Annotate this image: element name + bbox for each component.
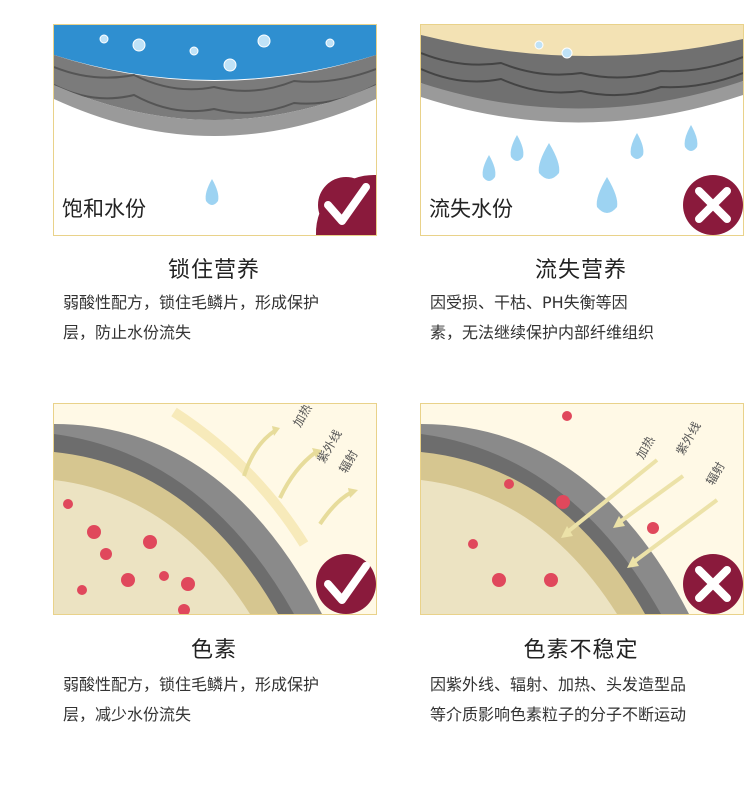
panel-saturated-water: 饱和水份 <box>53 24 377 236</box>
panel-pigment: 加热 紫外线 辐射 <box>53 403 377 615</box>
panel-water-loss: 流失水份 <box>420 24 744 236</box>
panel-pigment-unstable: 加热 紫外线 辐射 <box>420 403 744 615</box>
panel-label: 流失水份 <box>429 197 513 221</box>
cross-badge-icon <box>683 554 743 614</box>
panel-title: 锁住营养 <box>167 258 260 283</box>
check-badge-icon <box>316 554 376 614</box>
hair-diagram-pigment-unstable: 加热 紫外线 辐射 <box>421 404 743 614</box>
check-badge-icon <box>315 174 376 235</box>
panel-title: 色素 <box>190 638 237 663</box>
panel-description: 弱酸性配方，锁住毛鳞片，形成保护 层，减少水份流失 <box>63 675 320 724</box>
cross-badge-icon <box>683 175 743 235</box>
panel-description: 弱酸性配方，锁住毛鳞片，形成保护 层，防止水份流失 <box>63 293 320 342</box>
panel-description: 因紫外线、辐射、加热、头发造型品 等介质影响色素粒子的分子不断运动 <box>430 675 687 724</box>
panel-description: 因受损、干枯、PH失衡等因 素，无法继续保护内部纤维组织 <box>430 293 655 342</box>
panel-label: 饱和水份 <box>62 197 146 221</box>
hair-diagram-pigment: 加热 紫外线 辐射 <box>54 404 376 614</box>
panel-title: 色素不稳定 <box>523 638 639 663</box>
panel-title: 流失营养 <box>534 258 627 283</box>
